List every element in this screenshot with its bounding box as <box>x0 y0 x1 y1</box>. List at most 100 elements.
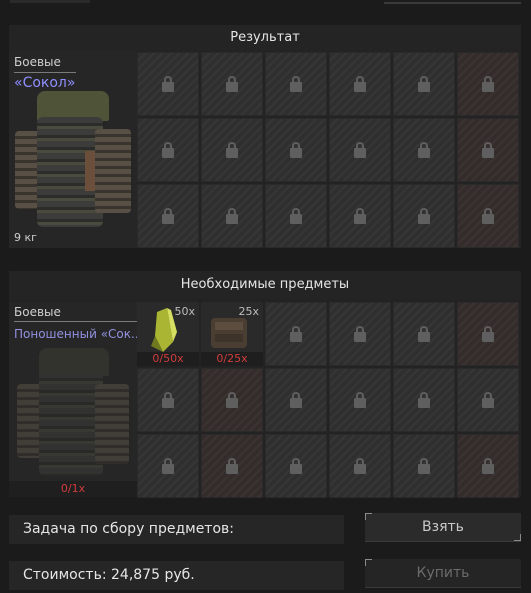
lock-icon <box>226 142 238 158</box>
locked-slot <box>265 368 327 432</box>
lock-icon <box>418 76 430 92</box>
lock-icon <box>290 458 302 474</box>
locked-slot <box>201 184 263 248</box>
button-corner <box>514 534 521 541</box>
locked-slot <box>137 184 199 248</box>
required-material-slot[interactable]: 25x 0/25x <box>201 302 263 366</box>
locked-slot <box>201 434 263 498</box>
lock-icon <box>418 392 430 408</box>
locked-slot <box>457 184 519 248</box>
locked-slot <box>265 434 327 498</box>
locked-slot <box>329 302 391 366</box>
lock-icon <box>162 208 174 224</box>
lock-icon <box>482 392 494 408</box>
top-divider-right <box>384 2 521 4</box>
locked-slot <box>201 52 263 116</box>
lock-icon <box>354 76 366 92</box>
lock-icon <box>162 76 174 92</box>
material-have-count: 0/50x <box>137 352 199 366</box>
result-item-name: «Сокол» <box>14 75 76 91</box>
locked-slot <box>137 368 199 432</box>
locked-slot <box>457 52 519 116</box>
required-item-have-count: 0/1x <box>60 482 86 495</box>
lock-icon <box>162 458 174 474</box>
lock-icon <box>290 326 302 342</box>
cost-label: Стоимость: <box>23 567 107 583</box>
lock-icon <box>418 142 430 158</box>
lock-icon <box>482 458 494 474</box>
locked-slot <box>457 302 519 366</box>
lock-icon <box>482 76 494 92</box>
cost-currency: руб. <box>164 567 195 583</box>
task-bar: Задача по сбору предметов: <box>9 515 344 544</box>
result-section: Результат Боевые «Сокол» 9 кг <box>9 25 521 248</box>
lock-icon <box>290 392 302 408</box>
required-item-category: Боевые <box>14 305 61 319</box>
required-main-item-panel[interactable]: Боевые Поношенный «Сок.. 0/1x <box>9 302 137 497</box>
required-material-slot[interactable]: 50x 0/50x <box>137 302 199 366</box>
locked-slot <box>457 434 519 498</box>
locked-slot <box>329 118 391 182</box>
required-section: Необходимые предметы Боевые Поношенный «… <box>9 271 521 498</box>
lock-icon <box>354 458 366 474</box>
lock-icon <box>354 392 366 408</box>
buy-button-label: Купить <box>416 565 470 581</box>
locked-slot <box>137 434 199 498</box>
category-underline <box>14 72 76 73</box>
locked-slot <box>393 368 455 432</box>
lock-icon <box>418 208 430 224</box>
lock-icon <box>226 76 238 92</box>
lock-icon <box>226 392 238 408</box>
take-button[interactable]: Взять <box>365 513 521 542</box>
lock-icon <box>418 326 430 342</box>
lock-icon <box>482 142 494 158</box>
locked-slot <box>393 302 455 366</box>
required-slot-grid: 50x 0/50x 25x 0/25x <box>137 302 519 498</box>
locked-slot <box>137 52 199 116</box>
cost-value: 24,875 <box>111 567 160 583</box>
worn-backpack-image <box>17 348 132 478</box>
lock-icon <box>162 392 174 408</box>
material-required-qty: 50x <box>174 305 195 318</box>
locked-slot <box>137 118 199 182</box>
lock-icon <box>290 142 302 158</box>
locked-slot <box>201 368 263 432</box>
locked-slot <box>457 118 519 182</box>
lock-icon <box>162 142 174 158</box>
buy-button[interactable]: Купить <box>365 559 521 588</box>
locked-slot <box>329 52 391 116</box>
locked-slot <box>265 302 327 366</box>
lock-icon <box>354 208 366 224</box>
required-item-name: Поношенный «Сок.. <box>14 327 137 341</box>
take-button-label: Взять <box>422 519 464 535</box>
material-have-count: 0/25x <box>201 352 263 366</box>
cost-bar: Стоимость: 24,875 руб. <box>9 561 344 590</box>
lock-icon <box>354 326 366 342</box>
top-divider-left <box>10 0 90 3</box>
locked-slot <box>393 184 455 248</box>
locked-slot <box>265 118 327 182</box>
lock-icon <box>226 458 238 474</box>
locked-slot <box>393 118 455 182</box>
lock-icon <box>290 76 302 92</box>
category-underline <box>14 321 137 322</box>
locked-slot <box>329 434 391 498</box>
locked-slot <box>265 184 327 248</box>
locked-slot <box>393 52 455 116</box>
result-item-category: Боевые <box>14 55 61 69</box>
backpack-image <box>15 91 133 231</box>
locked-slot <box>265 52 327 116</box>
lock-icon <box>482 326 494 342</box>
material-required-qty: 25x <box>238 305 259 318</box>
result-slot-grid <box>137 52 519 248</box>
result-item-weight: 9 кг <box>14 231 37 244</box>
result-item-panel[interactable]: Боевые «Сокол» 9 кг <box>9 51 137 248</box>
lock-icon <box>418 458 430 474</box>
button-corner <box>365 559 372 566</box>
lock-icon <box>354 142 366 158</box>
locked-slot <box>457 368 519 432</box>
button-corner <box>365 513 372 520</box>
locked-slot <box>329 184 391 248</box>
locked-slot <box>201 118 263 182</box>
lock-icon <box>290 208 302 224</box>
